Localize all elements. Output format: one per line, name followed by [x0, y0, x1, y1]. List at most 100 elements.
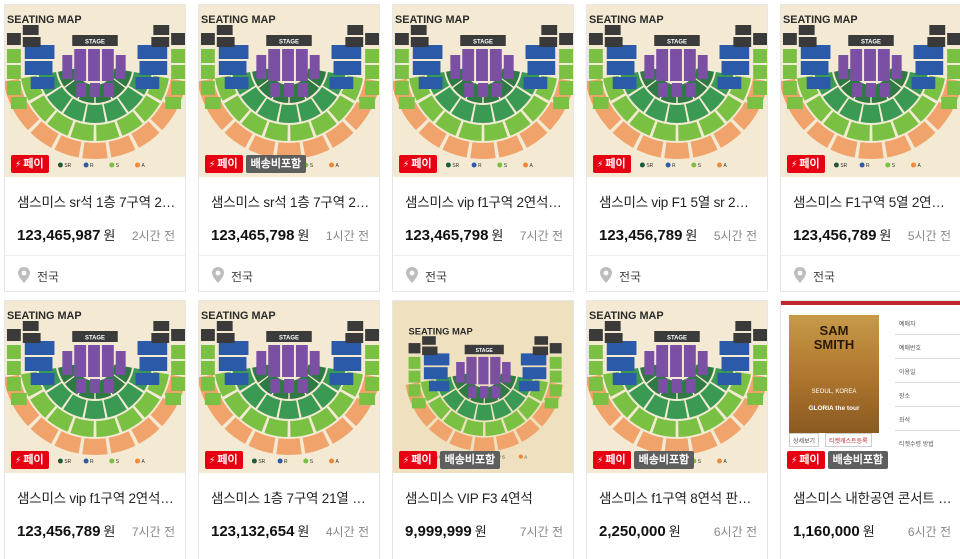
legend-swatch — [717, 162, 722, 168]
posted-time: 5시간 전 — [713, 229, 757, 243]
vip-section — [103, 379, 114, 393]
vip-section — [284, 83, 294, 97]
product-title[interactable]: 샘스미스 vip F1 5열 sr 2연석... — [599, 191, 759, 211]
legend-label: R — [284, 459, 288, 465]
product-title[interactable]: 샘스미스 1층 7구역 21열 2연... — [211, 487, 371, 507]
legend-label: A — [723, 459, 727, 465]
product-card[interactable]: SEATING MAPSTAGEVIPSRRSA⚡페이배송비포함샘스미스 VIP… — [392, 300, 574, 559]
seating-section — [6, 345, 21, 359]
product-title[interactable]: 샘스미스 vip f1구역 2연석 양... — [405, 191, 565, 211]
seating-section — [365, 49, 379, 63]
seating-map-heading: SEATING MAP — [201, 310, 276, 322]
product-card[interactable]: SEATING MAPSTAGEVIPSRRSA⚡페이배송비포함샘스미스 f1구… — [586, 300, 768, 559]
product-title[interactable]: 샘스미스 sr석 1층 7구역 21... — [211, 191, 371, 211]
seating-map-image: SEATING MAPSTAGEVIPSRRSA — [393, 14, 573, 169]
vip-section — [297, 83, 308, 97]
price-value: 123,465,987 — [17, 227, 101, 244]
seating-section — [6, 33, 21, 45]
product-card[interactable]: SEATING MAPSTAGEVIPSRRSA⚡페이샘스미스 F1구역 5열 … — [780, 4, 960, 292]
seating-section — [329, 373, 354, 385]
seating-section — [941, 97, 958, 109]
product-thumbnail[interactable]: SEATING MAPSTAGEVIPSRRSA — [5, 301, 185, 473]
vip-section — [101, 49, 114, 81]
seating-section — [84, 400, 106, 419]
seating-section — [30, 77, 55, 89]
seating-section — [678, 121, 702, 141]
seating-section — [753, 329, 767, 341]
seating-section — [151, 37, 170, 47]
product-thumbnail[interactable]: SEATING MAPSTAGEVIPSRRSA — [393, 5, 573, 177]
vip-section — [891, 55, 902, 79]
vip-section — [697, 55, 708, 79]
price-value: 123,456,789 — [17, 523, 101, 540]
price-value: 123,465,798 — [405, 227, 489, 244]
seating-section — [753, 33, 767, 45]
lightning-icon: ⚡ — [597, 455, 604, 465]
vip-section — [644, 55, 655, 79]
product-card[interactable]: SEATING MAPSTAGEVIPSRRSA⚡페이샘스미스 1층 7구역 2… — [198, 300, 380, 559]
pay-badge-label: 페이 — [605, 158, 626, 170]
product-price: 9,999,999 원 — [405, 521, 487, 540]
seating-section — [592, 393, 609, 405]
seating-section — [475, 404, 494, 421]
legend-swatch — [518, 454, 523, 459]
product-thumbnail[interactable]: SEATING MAPSTAGEVIPSRRSA — [5, 5, 185, 177]
seating-section — [278, 400, 300, 419]
product-thumbnail[interactable]: SEATING MAPSTAGEVIPSRRSA — [199, 301, 379, 473]
seating-legend: VIPSRRSA — [808, 162, 921, 169]
legend-swatch — [277, 458, 283, 464]
seating-section — [559, 49, 573, 63]
badge-group: ⚡ 페이 배송비포함 — [787, 451, 889, 469]
product-card[interactable]: SEATING MAPSTAGEVIPSRRSA⚡페이샘스미스 vip f1구역… — [392, 4, 574, 292]
legend-label: S — [698, 163, 702, 169]
seating-section — [753, 377, 767, 391]
location-row: 전국 — [5, 255, 185, 291]
seating-section — [171, 81, 185, 95]
product-thumbnail[interactable]: SEATING MAPSTAGEVIPSRRSA — [393, 301, 573, 473]
product-title[interactable]: 샘스미스 sr석 1층 7구역 21... — [17, 191, 177, 211]
seating-section — [347, 25, 364, 35]
product-card[interactable]: SEATING MAPSTAGEVIPSRRSA⚡페이배송비포함샘스미스 sr석… — [198, 4, 380, 292]
seating-section — [588, 33, 603, 45]
seating-section — [782, 65, 797, 79]
currency-unit: 원 — [491, 228, 504, 243]
posted-time: 6시간 전 — [907, 525, 951, 539]
product-card[interactable]: SEATING MAPSTAGEVIPSRRSA⚡페이샘스미스 vip f1구역… — [4, 300, 186, 559]
seating-section — [541, 25, 558, 35]
stage-label: STAGE — [667, 335, 687, 341]
vip-section — [491, 83, 502, 97]
product-title[interactable]: 샘스미스 VIP F3 4연석 — [405, 487, 565, 507]
product-title[interactable]: 샘스미스 F1구역 5열 2연석 7... — [793, 191, 953, 211]
product-card[interactable]: SAM SMITH SEOUL, KOREA GLORIA the tour 예매자 예매… — [780, 300, 960, 559]
product-thumbnail[interactable]: SEATING MAPSTAGEVIPSRRSA — [781, 5, 960, 177]
product-card[interactable]: SEATING MAPSTAGEVIPSRRSA⚡페이샘스미스 sr석 1층 7… — [4, 4, 186, 292]
currency-unit: 원 — [297, 228, 310, 243]
seating-section — [365, 377, 379, 391]
product-thumbnail[interactable]: SEATING MAPSTAGEVIPSRRSA — [587, 301, 767, 473]
legend-label: R — [90, 459, 94, 465]
legend-label: SR — [840, 163, 847, 169]
product-title[interactable]: 샘스미스 vip f1구역 2연석 양... — [17, 487, 177, 507]
product-title[interactable]: 샘스미스 f1구역 8연석 판매... — [599, 487, 759, 507]
vip-section — [284, 379, 294, 393]
seating-section — [365, 33, 379, 45]
detail-view-button[interactable]: 상세보기 — [789, 433, 820, 447]
lightning-icon: ⚡ — [403, 455, 410, 465]
seating-section — [290, 417, 314, 437]
seating-section — [588, 81, 603, 95]
ticketcast-register-button[interactable]: 티켓캐스트등록 — [825, 433, 872, 447]
price-value: 123,456,789 — [793, 227, 877, 244]
lightning-icon: ⚡ — [15, 159, 22, 169]
seating-section — [24, 61, 53, 75]
product-thumbnail[interactable]: SAM SMITH SEOUL, KOREA GLORIA the tour 예매자 예매… — [781, 301, 960, 473]
product-thumbnail[interactable]: SEATING MAPSTAGEVIPSRRSA — [199, 5, 379, 177]
product-card[interactable]: SEATING MAPSTAGEVIPSRRSA⚡페이샘스미스 vip F1 5… — [586, 4, 768, 292]
legend-swatch — [691, 162, 697, 168]
product-thumbnail[interactable]: SEATING MAPSTAGEVIPSRRSA — [587, 5, 767, 177]
seating-section — [753, 81, 767, 95]
seating-section — [331, 45, 362, 59]
product-title[interactable]: 샘스미스 내한공연 콘서트 4... — [793, 487, 953, 507]
vip-section — [479, 386, 489, 399]
seating-section — [218, 341, 249, 355]
seating-section — [70, 417, 94, 437]
